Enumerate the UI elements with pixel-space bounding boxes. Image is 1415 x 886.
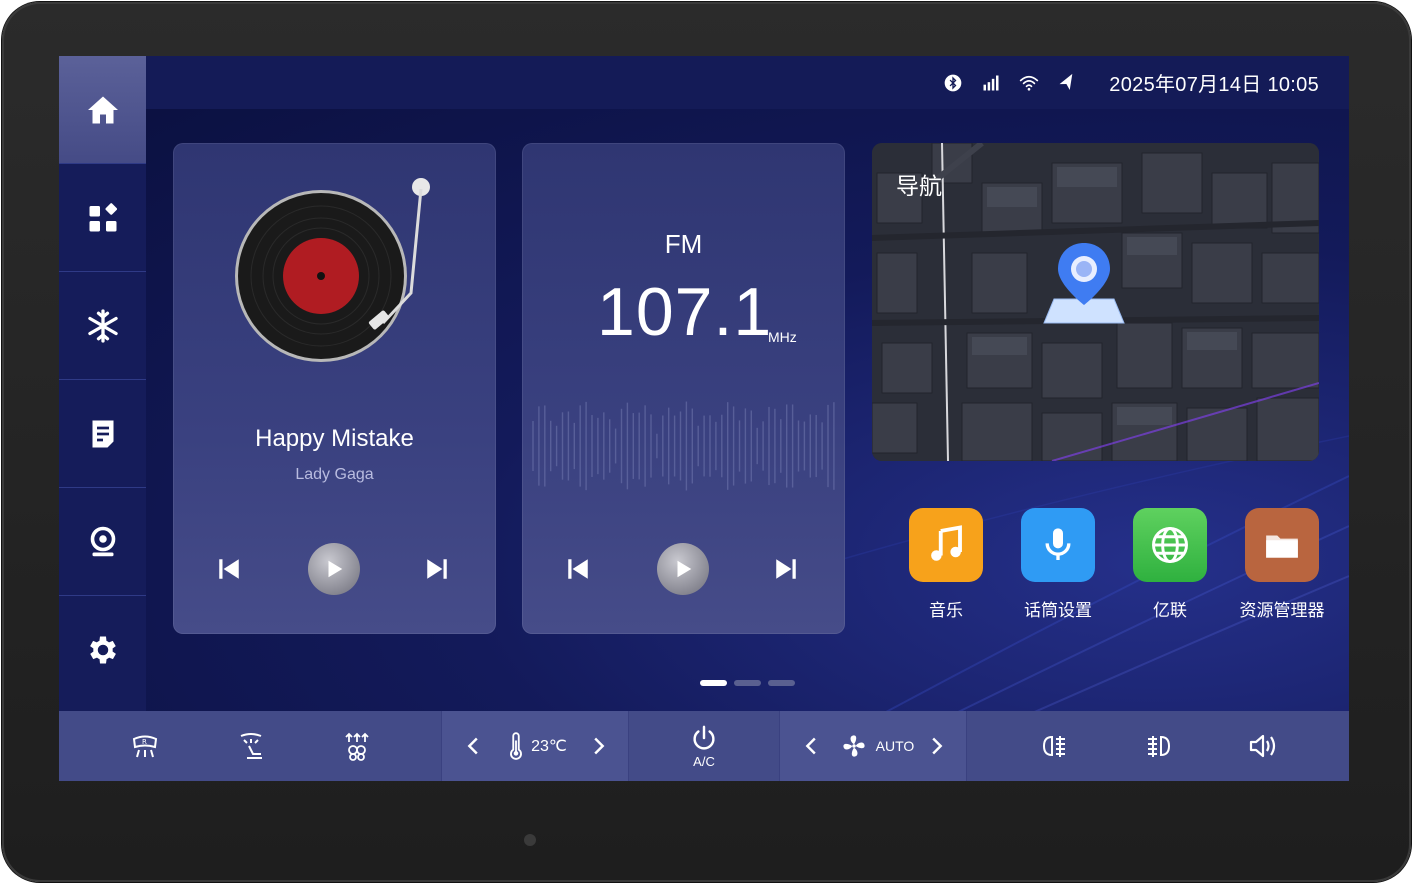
skip-next-icon (427, 559, 447, 579)
cellular-signal-icon (983, 75, 999, 90)
app-microphone[interactable]: 话筒设置 (1003, 508, 1113, 621)
app-microphone-tile (1021, 508, 1095, 582)
fan-mode-label: AUTO (875, 738, 915, 754)
app-yealink-tile (1133, 508, 1207, 582)
radio-unit: MHz (768, 329, 797, 345)
chevron-right-icon (932, 737, 943, 755)
status-datetime: 2025年07月14日 10:05 (1109, 74, 1319, 96)
music-player-card[interactable]: Happy Mistake Lady Gaga (173, 143, 496, 634)
skip-next-icon (776, 559, 796, 579)
temperature-display: 23℃ (501, 711, 571, 781)
climate-bar: R 23℃ A/C AUTO (59, 711, 1349, 781)
globe-icon (1152, 527, 1188, 563)
app-music-tile (909, 508, 983, 582)
temperature-up-button[interactable] (583, 711, 613, 781)
status-bar: 2025年07月14日 10:05 (146, 56, 1349, 109)
app-microphone-label: 话筒设置 (1024, 601, 1092, 621)
app-yealink[interactable]: 亿联 (1115, 508, 1225, 621)
skip-previous-icon (219, 559, 239, 579)
temperature-value: 23℃ (531, 738, 567, 755)
sidebar-item-climate[interactable] (59, 272, 146, 380)
sidebar-item-home[interactable] (59, 56, 146, 164)
rear-fog-light-icon (1148, 735, 1171, 757)
chevron-left-icon (467, 737, 478, 755)
play-icon (677, 560, 692, 578)
notes-icon (92, 420, 113, 447)
song-title: Happy Mistake (255, 425, 414, 452)
webcam-icon (90, 526, 115, 556)
thermometer-icon (510, 732, 523, 760)
navigation-card[interactable]: 导航 (872, 143, 1319, 461)
apps-icon (89, 202, 117, 231)
sidebar-item-notes[interactable] (59, 380, 146, 488)
chevron-right-icon (594, 737, 605, 755)
radio-next-button[interactable] (760, 543, 812, 595)
app-music-label: 音乐 (929, 601, 963, 621)
rear-fog-light-button[interactable] (1139, 711, 1179, 781)
page-dot[interactable] (734, 680, 761, 686)
song-artist: Lady Gaga (295, 466, 374, 483)
sidebar-item-apps[interactable] (59, 164, 146, 272)
bluetooth-icon (944, 74, 962, 91)
snowflake-icon (87, 308, 118, 343)
app-file-manager-tile (1245, 508, 1319, 582)
power-icon (693, 725, 715, 750)
rear-defrost-button[interactable]: R (125, 711, 165, 781)
app-file-manager[interactable]: 资源管理器 (1227, 508, 1337, 621)
radio-card[interactable]: FM 107.1 MHz (522, 143, 845, 634)
play-button[interactable] (308, 543, 360, 595)
folder-icon (1266, 535, 1298, 558)
vinyl-record-icon (235, 178, 430, 362)
radio-previous-button[interactable] (552, 543, 604, 595)
page-dot[interactable] (700, 680, 727, 686)
radio-band: FM (664, 229, 703, 259)
navigation-title: 导航 (896, 174, 942, 200)
radio-frequency: 107.1 (597, 274, 773, 350)
seat-heat-button[interactable] (231, 711, 271, 781)
previous-track-button[interactable] (203, 543, 255, 595)
next-track-button[interactable] (411, 543, 463, 595)
airflow-mode-button[interactable] (337, 711, 377, 781)
page-dot[interactable] (768, 680, 795, 686)
microphone-icon (1045, 528, 1071, 560)
radio-play-button[interactable] (657, 543, 709, 595)
screen: 2025年07月14日 10:05 Happy Mistake Lady Gag… (59, 56, 1349, 781)
temperature-down-button[interactable] (459, 711, 489, 781)
sidebar-item-settings[interactable] (59, 596, 146, 704)
wifi-icon (1020, 75, 1039, 91)
seat-heat-icon (240, 733, 262, 759)
audio-waveform (532, 401, 835, 491)
app-yealink-label: 亿联 (1153, 601, 1187, 621)
chevron-left-icon (805, 737, 816, 755)
play-icon (328, 560, 343, 578)
sidebar-item-camera[interactable] (59, 488, 146, 596)
navigation-arrow-icon (1059, 73, 1073, 90)
fan-icon (843, 735, 865, 757)
app-grid: 音乐 话筒设置 亿联 资源管理器 (891, 508, 1331, 628)
app-file-manager-label: 资源管理器 (1239, 601, 1325, 621)
page-indicator (700, 680, 795, 686)
fan-down-button[interactable] (797, 711, 827, 781)
location-pin-icon (1043, 243, 1125, 324)
ac-power-button[interactable]: A/C (679, 711, 729, 781)
fog-light-icon (1042, 735, 1065, 757)
rear-defrost-icon: R (132, 735, 158, 758)
sidebar (59, 56, 146, 711)
ac-label: A/C (693, 753, 715, 769)
fan-up-button[interactable] (921, 711, 951, 781)
svg-text:R: R (142, 738, 147, 746)
music-note-icon (931, 525, 962, 561)
airflow-icon (345, 732, 369, 761)
gear-icon (89, 636, 116, 664)
volume-icon (1249, 734, 1276, 758)
app-music[interactable]: 音乐 (891, 508, 1001, 621)
home-icon (87, 96, 118, 123)
skip-previous-icon (568, 559, 588, 579)
front-fog-light-button[interactable] (1034, 711, 1074, 781)
volume-button[interactable] (1243, 711, 1283, 781)
fan-speed-display: AUTO (835, 711, 919, 781)
camera-dot (524, 834, 536, 846)
